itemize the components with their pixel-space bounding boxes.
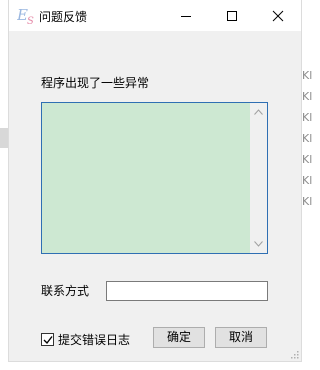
background-row: Kl	[302, 69, 313, 82]
close-icon	[272, 10, 284, 22]
minimize-button[interactable]	[163, 0, 209, 31]
background-row: Kl	[302, 111, 313, 124]
contact-label: 联系方式	[41, 284, 90, 298]
feedback-dialog: E S 问题反馈 程序出现了一些异常 联系方式 提交错误日志 确定 取消	[8, 0, 302, 362]
resize-grip-icon[interactable]	[289, 349, 299, 359]
submit-log-checkbox[interactable]	[41, 333, 54, 346]
details-textarea[interactable]	[41, 102, 268, 254]
background-row: Kl	[302, 132, 313, 145]
error-message-label: 程序出现了一些异常	[41, 76, 150, 90]
checkmark-icon	[43, 336, 53, 345]
background-window-edge	[0, 128, 8, 148]
textarea-scrollbar[interactable]	[250, 103, 267, 253]
contact-input[interactable]	[106, 281, 268, 301]
submit-log-label[interactable]: 提交错误日志	[58, 331, 130, 348]
titlebar[interactable]: E S 问题反馈	[9, 0, 301, 31]
background-row: Kl	[302, 195, 313, 208]
scroll-down-icon[interactable]	[254, 241, 263, 247]
window-title: 问题反馈	[39, 10, 88, 24]
ok-button[interactable]: 确定	[153, 327, 205, 348]
es-app-icon: E S	[16, 5, 39, 27]
background-row: Kl	[302, 90, 313, 103]
background-row: Kl	[302, 174, 313, 187]
close-button[interactable]	[255, 0, 301, 31]
maximize-button[interactable]	[209, 0, 255, 31]
maximize-icon	[227, 11, 237, 21]
scroll-up-icon[interactable]	[254, 109, 263, 115]
cancel-button[interactable]: 取消	[215, 327, 267, 348]
minimize-icon	[181, 16, 191, 17]
svg-text:S: S	[27, 16, 34, 25]
background-row: Kl	[302, 153, 313, 166]
